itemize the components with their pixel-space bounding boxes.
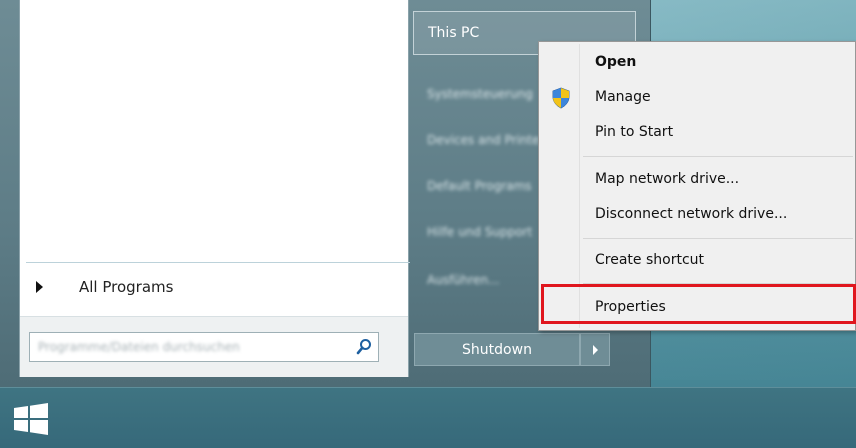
menu-item-manage[interactable]: Manage — [541, 82, 853, 112]
menu-item-label: Map network drive... — [595, 171, 740, 187]
search-placeholder: Programme/Dateien durchsuchen — [38, 340, 240, 354]
right-pane-item-label: Systemsteuerung — [427, 87, 533, 101]
menu-item-map-network-drive[interactable]: Map network drive... — [541, 164, 853, 194]
shutdown-button[interactable]: Shutdown — [414, 333, 580, 366]
properties-highlight-box — [541, 284, 856, 324]
start-menu-left-pane: All Programs Programme/Dateien durchsuch… — [19, 0, 410, 377]
menu-item-pin-to-start[interactable]: Pin to Start — [541, 117, 853, 147]
right-pane-item-label: Ausführen... — [427, 273, 500, 287]
right-pane-item-label: Hilfe und Support — [427, 225, 533, 239]
chevron-right-icon — [36, 281, 43, 293]
menu-separator — [583, 238, 853, 239]
right-pane-item-control-panel[interactable]: Systemsteuerung — [413, 76, 552, 112]
menu-separator — [583, 156, 853, 157]
menu-item-label: Pin to Start — [595, 124, 674, 140]
menu-item-open[interactable]: Open — [541, 47, 853, 77]
taskbar — [0, 387, 856, 448]
windows-logo-icon — [14, 403, 48, 435]
menu-item-label: Create shortcut — [595, 252, 705, 268]
divider — [26, 262, 410, 263]
right-pane-item-label: Devices and Printers — [427, 133, 551, 147]
shutdown-label: Shutdown — [462, 341, 532, 358]
search-input[interactable]: Programme/Dateien durchsuchen — [29, 332, 379, 362]
menu-item-label: Manage — [595, 89, 651, 105]
menu-item-label: Disconnect network drive... — [595, 206, 788, 222]
menu-item-create-shortcut[interactable]: Create shortcut — [541, 245, 853, 275]
right-pane-item-devices[interactable]: Devices and Printers — [413, 122, 552, 158]
chevron-right-icon — [592, 344, 598, 355]
uac-shield-icon — [551, 87, 571, 113]
menu-item-label: Open — [595, 54, 637, 70]
shutdown-options-button[interactable] — [580, 333, 610, 366]
right-pane-item-default-programs[interactable]: Default Programs — [413, 168, 552, 204]
this-pc-label: This PC — [428, 25, 480, 41]
all-programs-button[interactable]: All Programs — [34, 274, 394, 300]
search-area: Programme/Dateien durchsuchen — [20, 316, 408, 377]
search-icon[interactable] — [350, 333, 378, 361]
menu-item-disconnect-network-drive[interactable]: Disconnect network drive... — [541, 199, 853, 229]
right-pane-item-label: Default Programs — [427, 179, 532, 193]
all-programs-label: All Programs — [79, 278, 174, 296]
right-pane-item-help[interactable]: Hilfe und Support — [413, 214, 552, 250]
start-button[interactable] — [8, 402, 56, 436]
right-pane-item-run[interactable]: Ausführen... — [413, 262, 552, 298]
